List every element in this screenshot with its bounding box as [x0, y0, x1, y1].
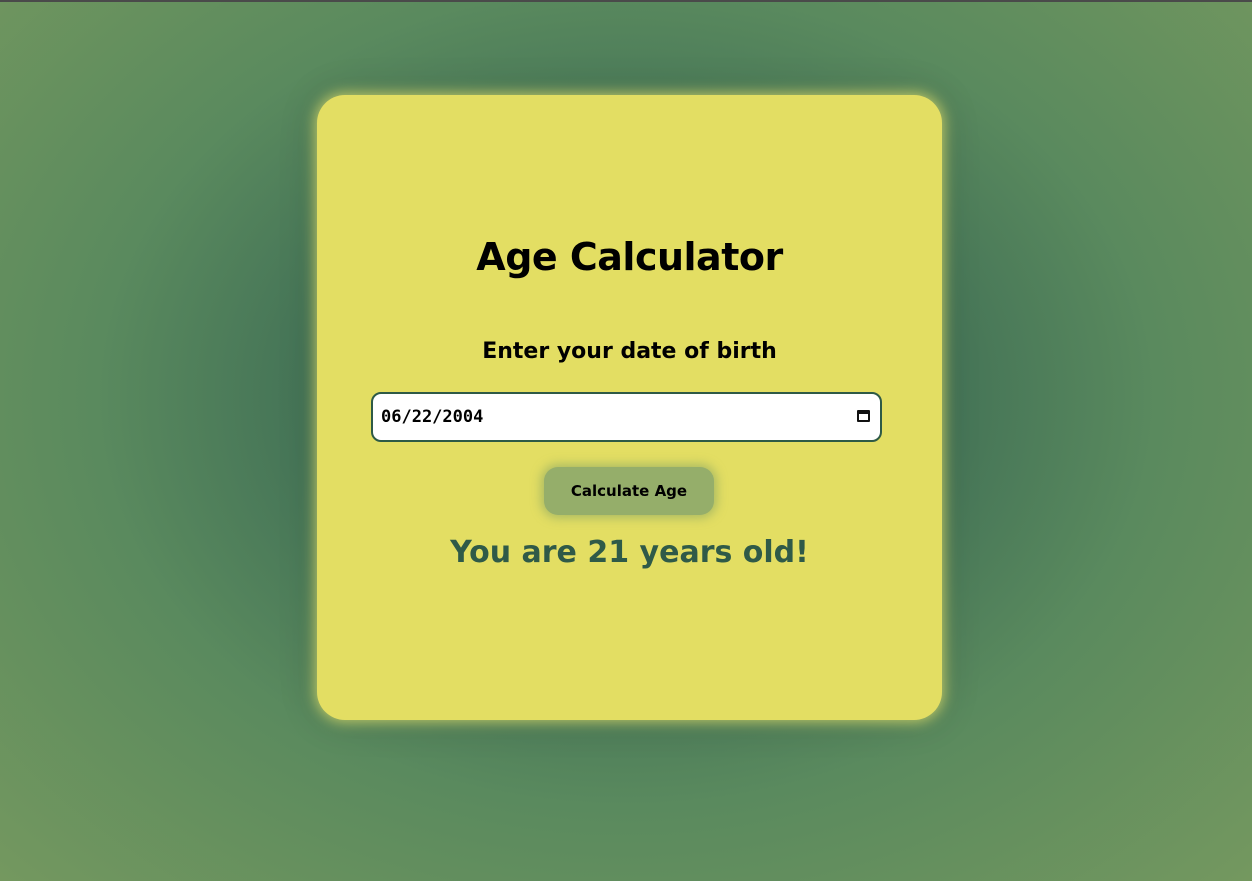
age-result-text: You are 21 years old!: [450, 535, 809, 570]
page-title: Age Calculator: [476, 235, 783, 279]
window-top-border: [0, 0, 1252, 2]
age-calculator-card: Age Calculator Enter your date of birth …: [317, 95, 942, 720]
date-of-birth-input[interactable]: 06/22/2004: [371, 392, 882, 442]
date-of-birth-value[interactable]: 06/22/2004: [381, 407, 483, 427]
calculate-age-button[interactable]: Calculate Age: [544, 467, 714, 515]
date-of-birth-label: Enter your date of birth: [482, 339, 777, 364]
calendar-icon[interactable]: [857, 410, 870, 422]
